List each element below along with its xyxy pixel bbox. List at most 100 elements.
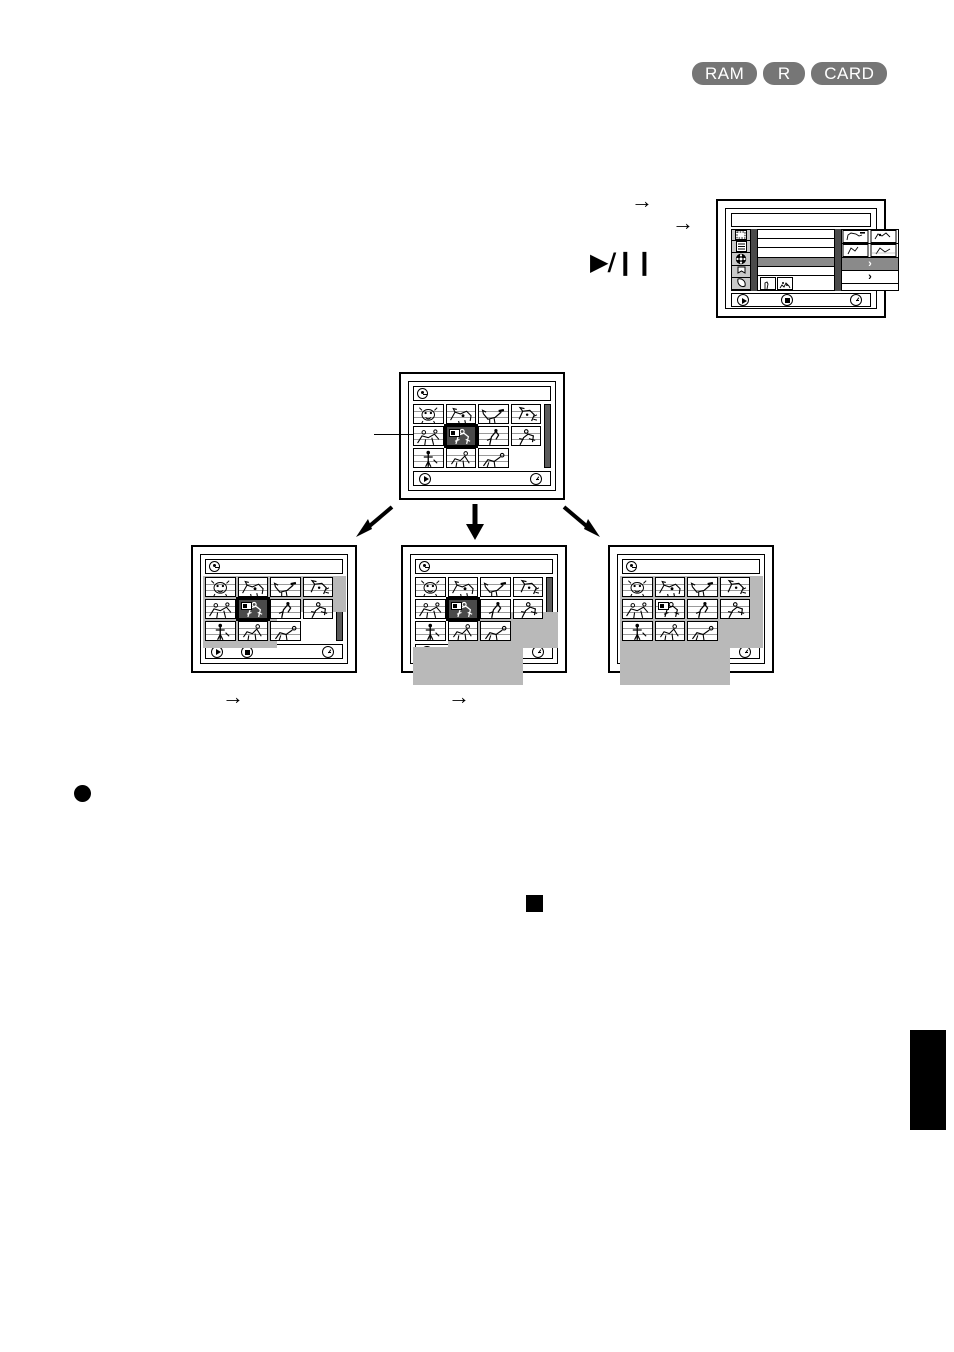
menu-row-1[interactable]	[757, 229, 835, 239]
thumbnail-7[interactable]	[478, 426, 509, 446]
thumbnail-7[interactable]	[270, 599, 301, 619]
thumbnail-grid-area	[203, 576, 346, 648]
thumbnail-10[interactable]	[447, 621, 478, 641]
thumbnail-6-selected[interactable]	[654, 599, 685, 619]
thumbnail-8[interactable]	[302, 599, 333, 619]
scrollbar-thumb[interactable]	[545, 405, 550, 467]
menu-icon-column	[731, 229, 751, 291]
lcd-menu-screen[interactable]: › ›	[716, 199, 899, 318]
thumbnail-4[interactable]	[719, 577, 750, 597]
menu-icon-list[interactable]	[731, 240, 751, 252]
thumbnail-9[interactable]	[415, 621, 446, 641]
thumbnail-8[interactable]	[510, 426, 541, 446]
thumbnail-10[interactable]	[654, 621, 685, 641]
lcd-thumbnail-screen-select-all[interactable]	[608, 545, 774, 685]
thumbnail-2[interactable]	[445, 404, 476, 424]
thumbnail-2[interactable]	[237, 577, 268, 597]
thumbnail-5[interactable]	[415, 599, 446, 619]
lcd-clock-indicator	[530, 472, 542, 485]
thumbnail-2[interactable]	[447, 577, 478, 597]
stop-square-icon	[526, 895, 543, 912]
thumbnail-7[interactable]	[480, 599, 511, 619]
thumbnail-5[interactable]	[413, 426, 444, 446]
thumbnail-5[interactable]	[622, 599, 653, 619]
menu-row-5-value[interactable]: ›	[841, 270, 899, 283]
disc-select-icon	[419, 561, 430, 572]
thumbnail-9[interactable]	[205, 621, 236, 641]
thumbnail-9[interactable]	[413, 448, 444, 468]
thumbnail-1[interactable]	[622, 577, 653, 597]
thumbnail-1[interactable]	[205, 577, 236, 597]
lcd-menu-bottom-bar	[731, 293, 871, 307]
thumbnail-tag-icon	[448, 429, 460, 437]
thumbnail-1[interactable]	[415, 577, 446, 597]
lcd-title-bar	[413, 386, 551, 401]
thumbnail-11[interactable]	[478, 448, 509, 468]
menu-row-4[interactable]	[757, 256, 835, 266]
thumbnail-5[interactable]	[205, 599, 236, 619]
menu-icon-disc-format[interactable]	[731, 229, 751, 240]
lcd-thumbnail-screen-select-preceding[interactable]	[191, 545, 357, 673]
media-badge-group: RAM R CARD	[692, 62, 888, 85]
menu-icon-film-reel[interactable]	[731, 252, 751, 265]
menu-row-6-value	[841, 283, 899, 291]
thumbnail-grid	[622, 577, 750, 641]
thumbnail-6-selected[interactable]	[443, 424, 478, 448]
thumbnail-tag-icon	[240, 602, 252, 610]
menu-row-4-value[interactable]: ›	[841, 257, 899, 270]
thumbnail-grid-area	[413, 404, 551, 468]
lcd-title-bar	[415, 559, 553, 574]
thumbnail-9[interactable]	[622, 621, 653, 641]
thumbnail-empty	[720, 621, 751, 641]
flow-arrow-down-right	[560, 503, 604, 546]
thumbnail-11[interactable]	[687, 621, 718, 641]
play-pause-glyph: ▶/❙❙	[590, 248, 654, 276]
thumbnail-11[interactable]	[270, 621, 301, 641]
thumbnail-empty	[303, 621, 334, 641]
menu-row-3[interactable]	[757, 247, 835, 257]
thumbnail-4[interactable]	[302, 577, 333, 597]
thumbnail-tag-icon	[450, 602, 462, 610]
menu-title-bar	[731, 213, 871, 227]
disc-select-icon	[626, 561, 637, 572]
menu-icon-flag[interactable]	[731, 265, 751, 277]
thumbnail-empty	[511, 448, 542, 468]
thumbnail-11[interactable]	[480, 621, 511, 641]
thumbnail-3[interactable]	[687, 577, 718, 597]
thumbnail-3[interactable]	[270, 577, 301, 597]
lcd-play-button[interactable]	[737, 294, 749, 306]
thumbnail-1[interactable]	[413, 404, 444, 424]
menu-icon-tag[interactable]	[731, 277, 751, 289]
thumbnail-8[interactable]	[719, 599, 750, 619]
thumbnail-10[interactable]	[237, 621, 268, 641]
thumbnail-6-selected[interactable]	[235, 597, 270, 621]
menu-right-column: › ›	[841, 229, 899, 291]
thumbnail-6-selected[interactable]	[445, 597, 480, 621]
menu-preview-1	[841, 229, 899, 243]
thumbnail-4[interactable]	[510, 404, 541, 424]
lcd-play-button[interactable]	[419, 472, 431, 485]
thumbnail-3[interactable]	[480, 577, 511, 597]
menu-row-5[interactable]	[757, 265, 835, 276]
lcd-thumbnail-screen-select-following[interactable]	[401, 545, 567, 685]
menu-row-6	[757, 275, 835, 292]
thumbnail-3[interactable]	[478, 404, 509, 424]
menu-row-2[interactable]	[757, 238, 835, 248]
thumbnail-7[interactable]	[687, 599, 718, 619]
lcd-thumbnail-screen-main[interactable]	[399, 372, 565, 500]
thumbnail-tag-icon	[657, 602, 669, 610]
bullet-point-icon	[74, 785, 91, 802]
thumbnail-10[interactable]	[445, 448, 476, 468]
inline-arrow-2: →	[672, 210, 694, 235]
thumbnail-8[interactable]	[512, 599, 543, 619]
menu-icon-blank	[731, 289, 751, 291]
menu-thumb-1	[760, 277, 776, 291]
thumbnail-4[interactable]	[512, 577, 543, 597]
lcd-stop-button[interactable]	[781, 294, 793, 306]
flow-arrow-down	[461, 502, 489, 547]
thumbnail-2[interactable]	[654, 577, 685, 597]
lcd-title-bar	[205, 559, 343, 574]
lcd-bottom-bar	[413, 471, 551, 486]
menu-row-5-chevron: ›	[868, 271, 872, 283]
thumbnail-scrollbar[interactable]	[544, 404, 551, 468]
